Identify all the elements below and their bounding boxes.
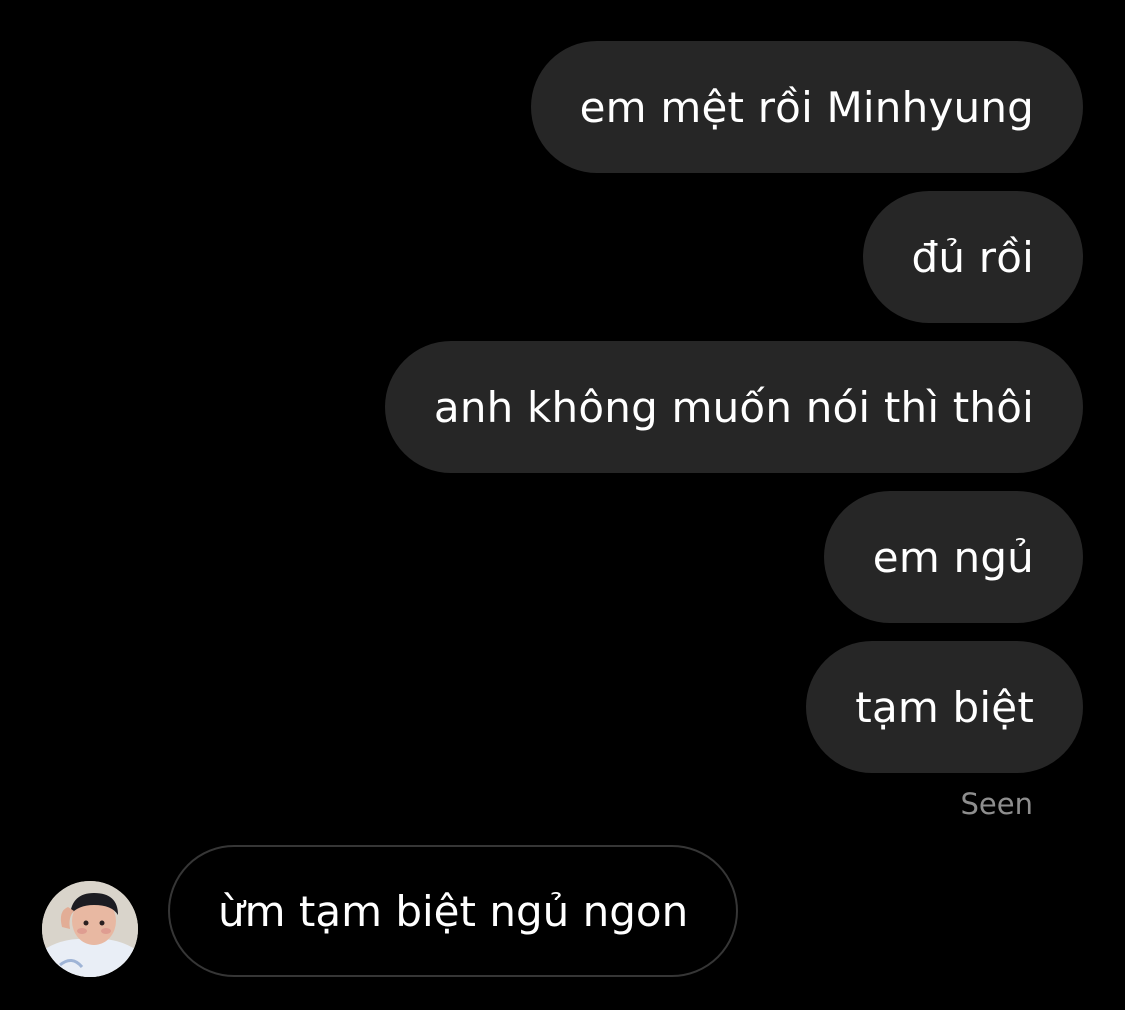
outgoing-message[interactable]: anh không muốn nói thì thôi (384, 341, 1083, 473)
outgoing-message[interactable]: đủ rồi (862, 191, 1083, 323)
message-text: tạm biệt (855, 682, 1034, 732)
incoming-message[interactable]: ừm tạm biệt ngủ ngon (168, 845, 739, 977)
outgoing-message[interactable]: em ngủ (823, 491, 1083, 623)
seen-status: Seen (960, 787, 1033, 821)
outgoing-message[interactable]: em mệt rồi Minhyung (530, 41, 1083, 173)
avatar[interactable] (42, 881, 138, 977)
message-thread: em mệt rồi Minhyung đủ rồi anh không muố… (0, 0, 1125, 1010)
message-text: anh không muốn nói thì thôi (433, 382, 1034, 432)
message-text: em mệt rồi Minhyung (579, 82, 1034, 132)
message-text: ừm tạm biệt ngủ ngon (218, 886, 689, 936)
message-text: em ngủ (872, 532, 1034, 582)
outgoing-message[interactable]: tạm biệt (806, 641, 1083, 773)
message-text: đủ rồi (911, 232, 1034, 282)
avatar-photo-icon (42, 881, 138, 977)
